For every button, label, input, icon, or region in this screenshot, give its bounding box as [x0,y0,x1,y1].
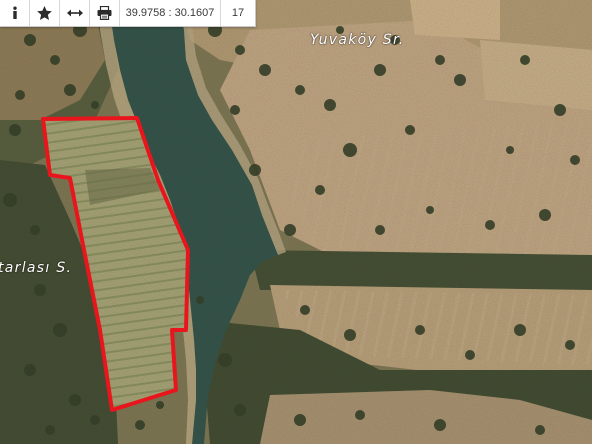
printer-icon [97,6,112,20]
place-label-field-area: tarlası S. [0,260,73,276]
measure-arrows-icon [66,9,83,17]
coordinates-readout: 39.9758 : 30.1607 [120,0,221,26]
map-toolbar: 39.9758 : 30.1607 17 [0,0,256,27]
place-label-reservoir: Yuvaköy Sr. [310,32,405,48]
info-button[interactable] [0,0,30,26]
measure-button[interactable] [60,0,90,26]
info-icon [12,6,17,19]
star-icon [37,6,52,20]
print-button[interactable] [90,0,120,26]
zoom-level-readout: 17 [231,7,245,19]
imagery-grain [0,0,592,444]
map-imagery[interactable] [0,0,592,444]
satellite-map[interactable] [0,0,592,444]
favorite-button[interactable] [30,0,60,26]
